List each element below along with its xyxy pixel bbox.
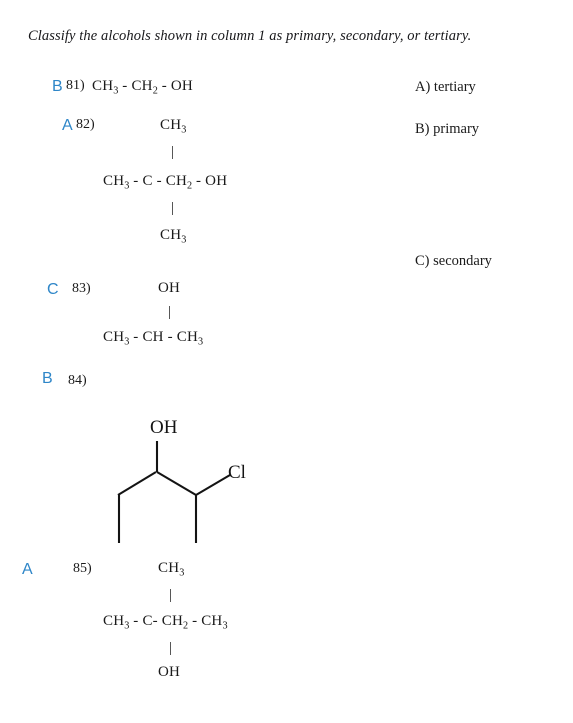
- formula-82-top: CH3: [160, 117, 187, 136]
- skeletal-label-halide: Cl: [228, 462, 246, 483]
- answer-mark-83[interactable]: C: [47, 282, 59, 298]
- formula-83-top: OH: [158, 280, 181, 296]
- answer-mark-85[interactable]: A: [22, 562, 33, 578]
- question-number-82: 82): [76, 117, 95, 132]
- question-number-83: 83): [72, 281, 91, 296]
- bond-82-top: |: [171, 144, 175, 160]
- formula-82-main: CH3 - C - CH2 - OH: [103, 173, 228, 192]
- instruction-text: Classify the alcohols shown in column 1 …: [28, 28, 472, 44]
- question-number-81: 81): [66, 78, 85, 93]
- formula-85-bottom: OH: [158, 664, 181, 680]
- skeletal-svg-84: OH Cl: [117, 417, 246, 543]
- bond-c3-to-c4: [156, 471, 197, 496]
- skeletal-structure-84: OH Cl: [100, 405, 260, 555]
- question-number-85: 85): [73, 561, 92, 576]
- option-b[interactable]: B) primary: [415, 121, 479, 138]
- option-a[interactable]: A) tertiary: [415, 79, 476, 96]
- formula-81: CH3 - CH2 - OH: [92, 78, 193, 97]
- formula-82-bottom: CH3: [160, 227, 187, 246]
- formula-85-top: CH3: [158, 560, 185, 579]
- bond-c3-to-c2: [117, 471, 157, 496]
- bond-83-top: |: [168, 304, 172, 320]
- formula-83-main: CH3 - CH - CH3: [103, 329, 204, 348]
- bond-c4-to-cl: [195, 474, 231, 496]
- answer-mark-82[interactable]: A: [62, 118, 73, 134]
- skeletal-label-hydroxyl: OH: [150, 417, 178, 438]
- question-number-84: 84): [68, 373, 87, 388]
- answer-mark-81[interactable]: B: [52, 79, 63, 95]
- bond-82-bottom: |: [171, 200, 175, 216]
- worksheet-page: Classify the alcohols shown in column 1 …: [0, 0, 573, 723]
- option-c[interactable]: C) secondary: [415, 253, 492, 270]
- bond-85-top: |: [169, 587, 173, 603]
- bond-85-bottom: |: [169, 640, 173, 656]
- formula-85-main: CH3 - C- CH2 - CH3: [103, 613, 228, 632]
- answer-mark-84[interactable]: B: [42, 371, 53, 387]
